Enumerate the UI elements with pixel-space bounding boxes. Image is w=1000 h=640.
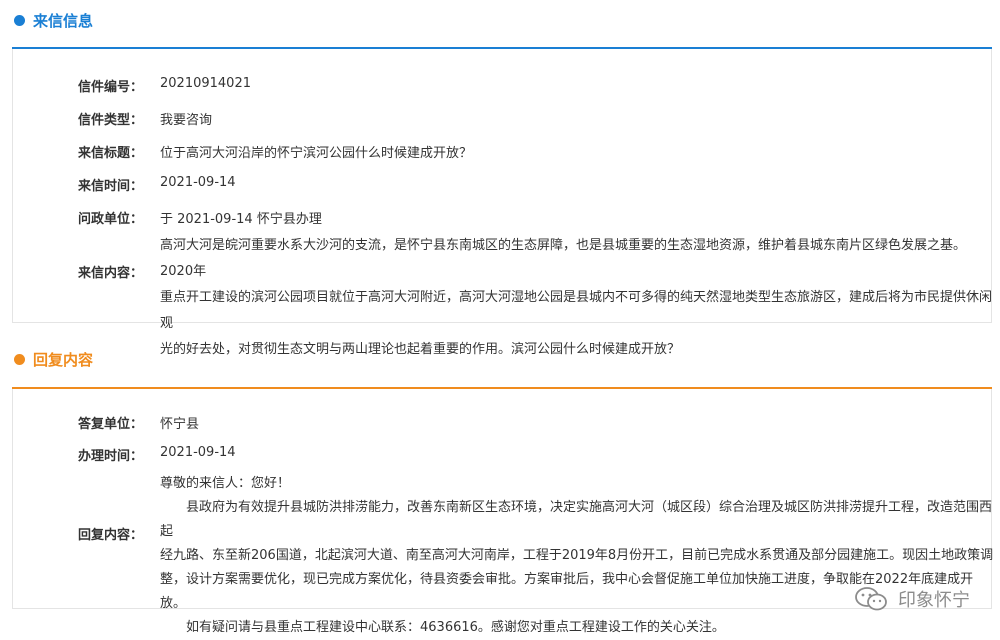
reply-closing: 如有疑问请与县重点工程建设中心联系：4636616。感谢您对重点工程建设工作的关…: [186, 620, 725, 635]
letter-content-label: 来信内容：: [77, 266, 143, 281]
letter-number-label: 信件编号：: [77, 80, 143, 95]
orange-dot-icon: [14, 354, 25, 365]
reply-time-value: 2021-09-14: [160, 445, 236, 460]
letter-content-line: 重点开工建设的滨河公园项目就位于高河大河附近，高河大河湿地公园是县城内不可多得的…: [160, 290, 993, 331]
reply-section-header: 回复内容: [14, 349, 93, 370]
letter-number-value: 20210914021: [160, 76, 251, 91]
reply-greeting: 尊敬的来信人：您好！: [160, 476, 291, 491]
reply-body-line: 经九路、东至新206国道，北起滨河大道、南至高河大河南岸，工程于2019年8月份…: [160, 548, 994, 563]
reply-unit-label: 答复单位：: [77, 417, 143, 432]
letter-content-line: 高河大河是皖河重要水系大沙河的支流，是怀宁县东南城区的生态屏障，也是县城重要的生…: [160, 238, 967, 279]
letter-subject-value: 位于高河大河沿岸的怀宁滨河公园什么时候建成开放？: [160, 146, 473, 161]
letter-section-title: 来信信息: [33, 12, 94, 30]
letter-content-line: 光的好去处，对贯彻生态文明与两山理论也起着重要的作用。滨河公园什么时候建成开放？: [160, 342, 681, 357]
blue-dot-icon: [14, 15, 25, 26]
letter-section-header: 来信信息: [14, 10, 93, 31]
watermark: 印象怀宁: [854, 586, 970, 612]
wechat-icon: [855, 587, 887, 611]
reply-section-title: 回复内容: [33, 351, 94, 369]
letter-time-label: 来信时间：: [77, 179, 143, 194]
letter-unit-value: 于 2021-09-14 怀宁县办理: [160, 212, 322, 227]
letter-info-panel: 信件编号： 20210914021 信件类型： 我要咨询 来信标题： 位于高河大…: [12, 49, 992, 357]
letter-time-value: 2021-09-14: [160, 175, 236, 190]
letter-unit-label: 问政单位：: [77, 212, 143, 227]
reply-content-body: 尊敬的来信人：您好！ 县政府为有效提升县城防洪排涝能力，改善东南新区生态环境，决…: [160, 472, 995, 640]
reply-info-panel: 答复单位： 怀宁县 办理时间： 2021-09-14 回复内容： 尊敬的来信人：…: [12, 389, 993, 635]
letter-type-value: 我要咨询: [160, 113, 213, 128]
letter-content-body: 高河大河是皖河重要水系大沙河的支流，是怀宁县东南城区的生态屏障，也是县城重要的生…: [160, 233, 995, 363]
reply-body-line: 县政府为有效提升县城防洪排涝能力，改善东南新区生态环境，决定实施高河大河（城区段…: [160, 500, 993, 539]
letter-subject-label: 来信标题：: [77, 146, 143, 161]
reply-content-label: 回复内容：: [77, 528, 143, 543]
letter-type-label: 信件类型：: [77, 113, 143, 128]
reply-time-label: 办理时间：: [77, 449, 143, 464]
reply-unit-value: 怀宁县: [160, 417, 200, 432]
watermark-text: 印象怀宁: [898, 590, 970, 611]
